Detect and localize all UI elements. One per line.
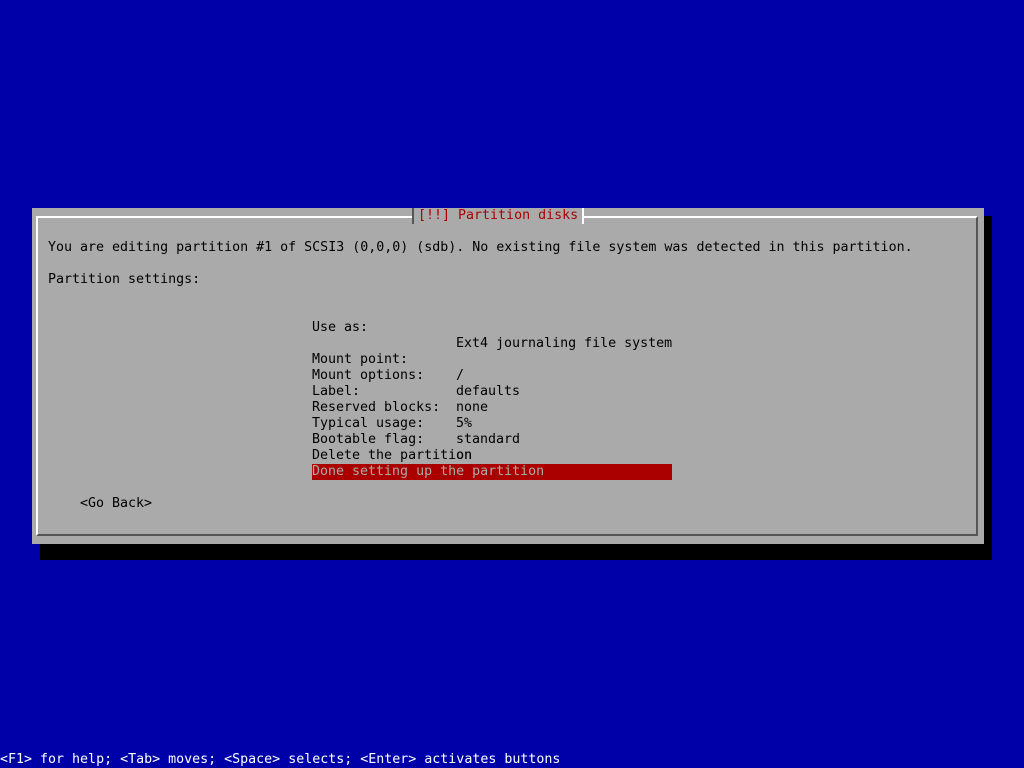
setting-typical-usage[interactable]: Typical usage: standard xyxy=(312,400,692,447)
setting-mount-options[interactable]: Mount options: defaults xyxy=(312,352,692,399)
setting-bootable-flag[interactable]: Bootable flag: on xyxy=(312,416,692,463)
partition-dialog: [!!] Partition disks You are editing par… xyxy=(32,208,984,544)
help-bar: <F1> for help; <Tab> moves; <Space> sele… xyxy=(0,752,561,767)
intro-text: You are editing partition #1 of SCSI3 (0… xyxy=(48,240,913,255)
setting-key: Bootable flag: xyxy=(312,432,425,447)
setting-mount-point[interactable]: Mount point: / xyxy=(312,336,692,383)
settings-heading: Partition settings: xyxy=(48,272,201,287)
delete-partition-option[interactable]: Delete the partition xyxy=(312,448,472,464)
done-setting-up-option[interactable]: Done setting up the partition xyxy=(312,464,672,480)
setting-use-as[interactable]: Use as: Ext4 journaling file system xyxy=(312,304,692,351)
dialog-title: [!!] Partition disks xyxy=(412,208,585,224)
setting-reserved-blocks[interactable]: Reserved blocks: 5% xyxy=(312,384,692,431)
setting-label[interactable]: Label: none xyxy=(312,368,692,415)
go-back-button[interactable]: <Go Back> xyxy=(80,496,152,512)
setting-key: Use as: xyxy=(312,320,369,335)
setting-value: standard xyxy=(456,432,521,447)
